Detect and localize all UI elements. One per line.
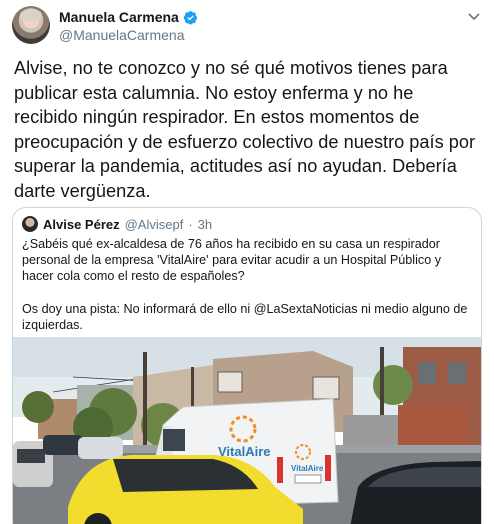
quoted-avatar (22, 216, 38, 232)
quoted-display-name: Alvise Pérez (43, 216, 120, 232)
quoted-timestamp: 3h (197, 216, 213, 232)
verified-badge-icon (183, 10, 197, 24)
street-scene-image: VitalAire VitalAire (13, 337, 481, 524)
quoted-photo[interactable]: VitalAire VitalAire (13, 337, 481, 524)
tweet-card: Manuela Carmena @ManuelaCarmena Alvise, … (0, 0, 494, 524)
quoted-tweet-header: Alvise Pérez @Alvisepf · 3h (22, 216, 212, 232)
quoted-tweet[interactable]: Alvise Pérez @Alvisepf · 3h ¿Sabéis qué … (12, 207, 482, 524)
tweet-header: Manuela Carmena @ManuelaCarmena (12, 6, 482, 46)
quoted-tweet-text: ¿Sabéis qué ex-alcaldesa de 76 años ha r… (22, 237, 468, 333)
quoted-handle: @Alvisepf (124, 216, 184, 232)
author-name-row[interactable]: Manuela Carmena (59, 9, 198, 25)
tweet-text: Alvise, no te conozco y no sé qué motivo… (14, 58, 476, 201)
avatar[interactable] (12, 6, 50, 44)
chevron-down-icon[interactable] (466, 8, 482, 24)
author-handle[interactable]: @ManuelaCarmena (59, 27, 185, 43)
svg-text:VitalAire: VitalAire (291, 464, 324, 473)
quoted-separator: · (188, 216, 193, 232)
author-display-name[interactable]: Manuela Carmena (59, 9, 179, 25)
